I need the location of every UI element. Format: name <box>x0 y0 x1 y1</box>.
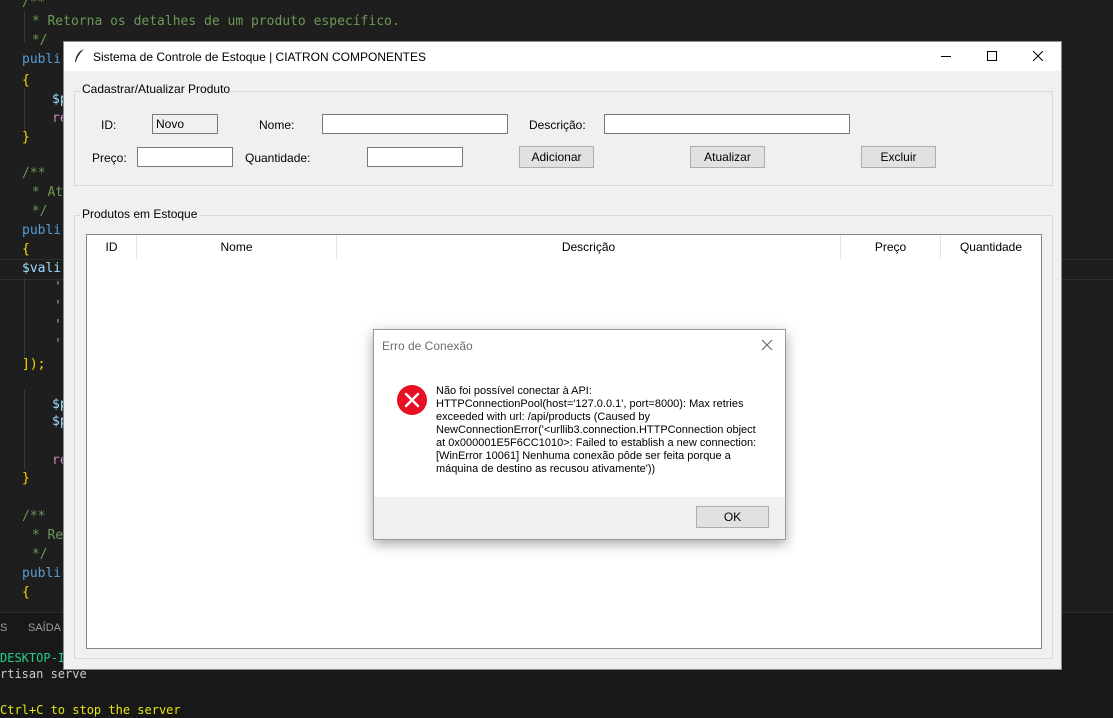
excluir-button[interactable]: Excluir <box>861 146 936 168</box>
column-header-preco[interactable]: Preço <box>841 235 941 259</box>
error-icon <box>397 385 427 415</box>
code-keyword: publi <box>22 52 62 67</box>
code-string: ' <box>54 280 62 295</box>
dialog-footer: OK <box>374 497 785 539</box>
indent-guide <box>24 278 25 358</box>
close-icon <box>1033 51 1043 61</box>
code-comment: * At <box>24 185 64 200</box>
id-field[interactable] <box>152 114 218 134</box>
product-form-frame <box>74 91 1053 186</box>
error-message: Não foi possível conectar à API: HTTPCon… <box>436 385 757 475</box>
adicionar-button[interactable]: Adicionar <box>519 146 594 168</box>
column-header-nome[interactable]: Nome <box>137 235 337 259</box>
maximize-button[interactable] <box>969 42 1015 71</box>
maximize-icon <box>987 51 997 61</box>
nome-label: Nome: <box>259 118 295 132</box>
feather-icon <box>75 49 84 62</box>
code-brace: } <box>22 130 30 145</box>
code-variable: $vali <box>22 261 62 276</box>
form-frame-title: Cadastrar/Atualizar Produto <box>80 82 233 96</box>
indent-guide <box>24 390 25 470</box>
terminal-host: DESKTOP-I <box>0 651 66 665</box>
code-string: ' <box>54 299 62 314</box>
panel-tab-problems[interactable]: S <box>0 622 7 634</box>
code-keyword: publi <box>22 223 62 238</box>
code-string: ' <box>54 318 62 333</box>
descricao-label: Descrição: <box>529 118 586 132</box>
preco-field[interactable] <box>137 147 233 167</box>
close-button[interactable] <box>1015 42 1061 71</box>
code-comment: * Re <box>24 528 64 543</box>
nome-field[interactable] <box>322 114 508 134</box>
minimize-icon <box>941 56 951 57</box>
ok-button[interactable]: OK <box>696 506 769 528</box>
preco-label: Preço: <box>92 151 127 165</box>
minimize-button[interactable] <box>923 42 969 71</box>
column-header-descricao[interactable]: Descrição <box>337 235 841 259</box>
dialog-title: Erro de Conexão <box>382 339 473 353</box>
id-label: ID: <box>101 118 117 132</box>
code-comment: * Retorna os detalhes de um produto espe… <box>24 14 400 29</box>
error-dialog: Erro de Conexão Não foi possível conecta… <box>373 329 786 540</box>
code-brace: { <box>22 242 30 257</box>
code-comment: /** <box>22 166 46 181</box>
terminal-hint: Ctrl+C to stop the server <box>0 703 181 717</box>
code-comment: */ <box>24 33 48 48</box>
code-string: ' <box>54 337 62 352</box>
code-brace: } <box>22 471 30 486</box>
column-header-id[interactable]: ID <box>87 235 137 259</box>
atualizar-button[interactable]: Atualizar <box>690 146 765 168</box>
code-comment: */ <box>24 204 48 219</box>
indent-guide <box>24 88 25 132</box>
window-title: Sistema de Controle de Estoque | CIATRON… <box>93 50 427 64</box>
column-header-quantidade[interactable]: Quantidade <box>941 235 1041 259</box>
quantidade-field[interactable] <box>367 147 463 167</box>
code-keyword: publi <box>22 566 62 581</box>
quantidade-label: Quantidade: <box>245 151 311 165</box>
code-comment: /** <box>22 0 46 10</box>
close-icon[interactable] <box>759 337 775 353</box>
code-brace: ]); <box>22 357 46 372</box>
window-titlebar[interactable]: Sistema de Controle de Estoque | CIATRON… <box>64 42 1061 71</box>
panel-tab-output[interactable]: SAÍDA <box>28 622 61 634</box>
code-brace: { <box>22 585 30 600</box>
code-comment: /** <box>22 509 46 524</box>
products-frame-title: Produtos em Estoque <box>80 207 200 221</box>
descricao-field[interactable] <box>604 114 850 134</box>
code-brace: { <box>22 73 30 88</box>
code-comment: */ <box>24 547 48 562</box>
